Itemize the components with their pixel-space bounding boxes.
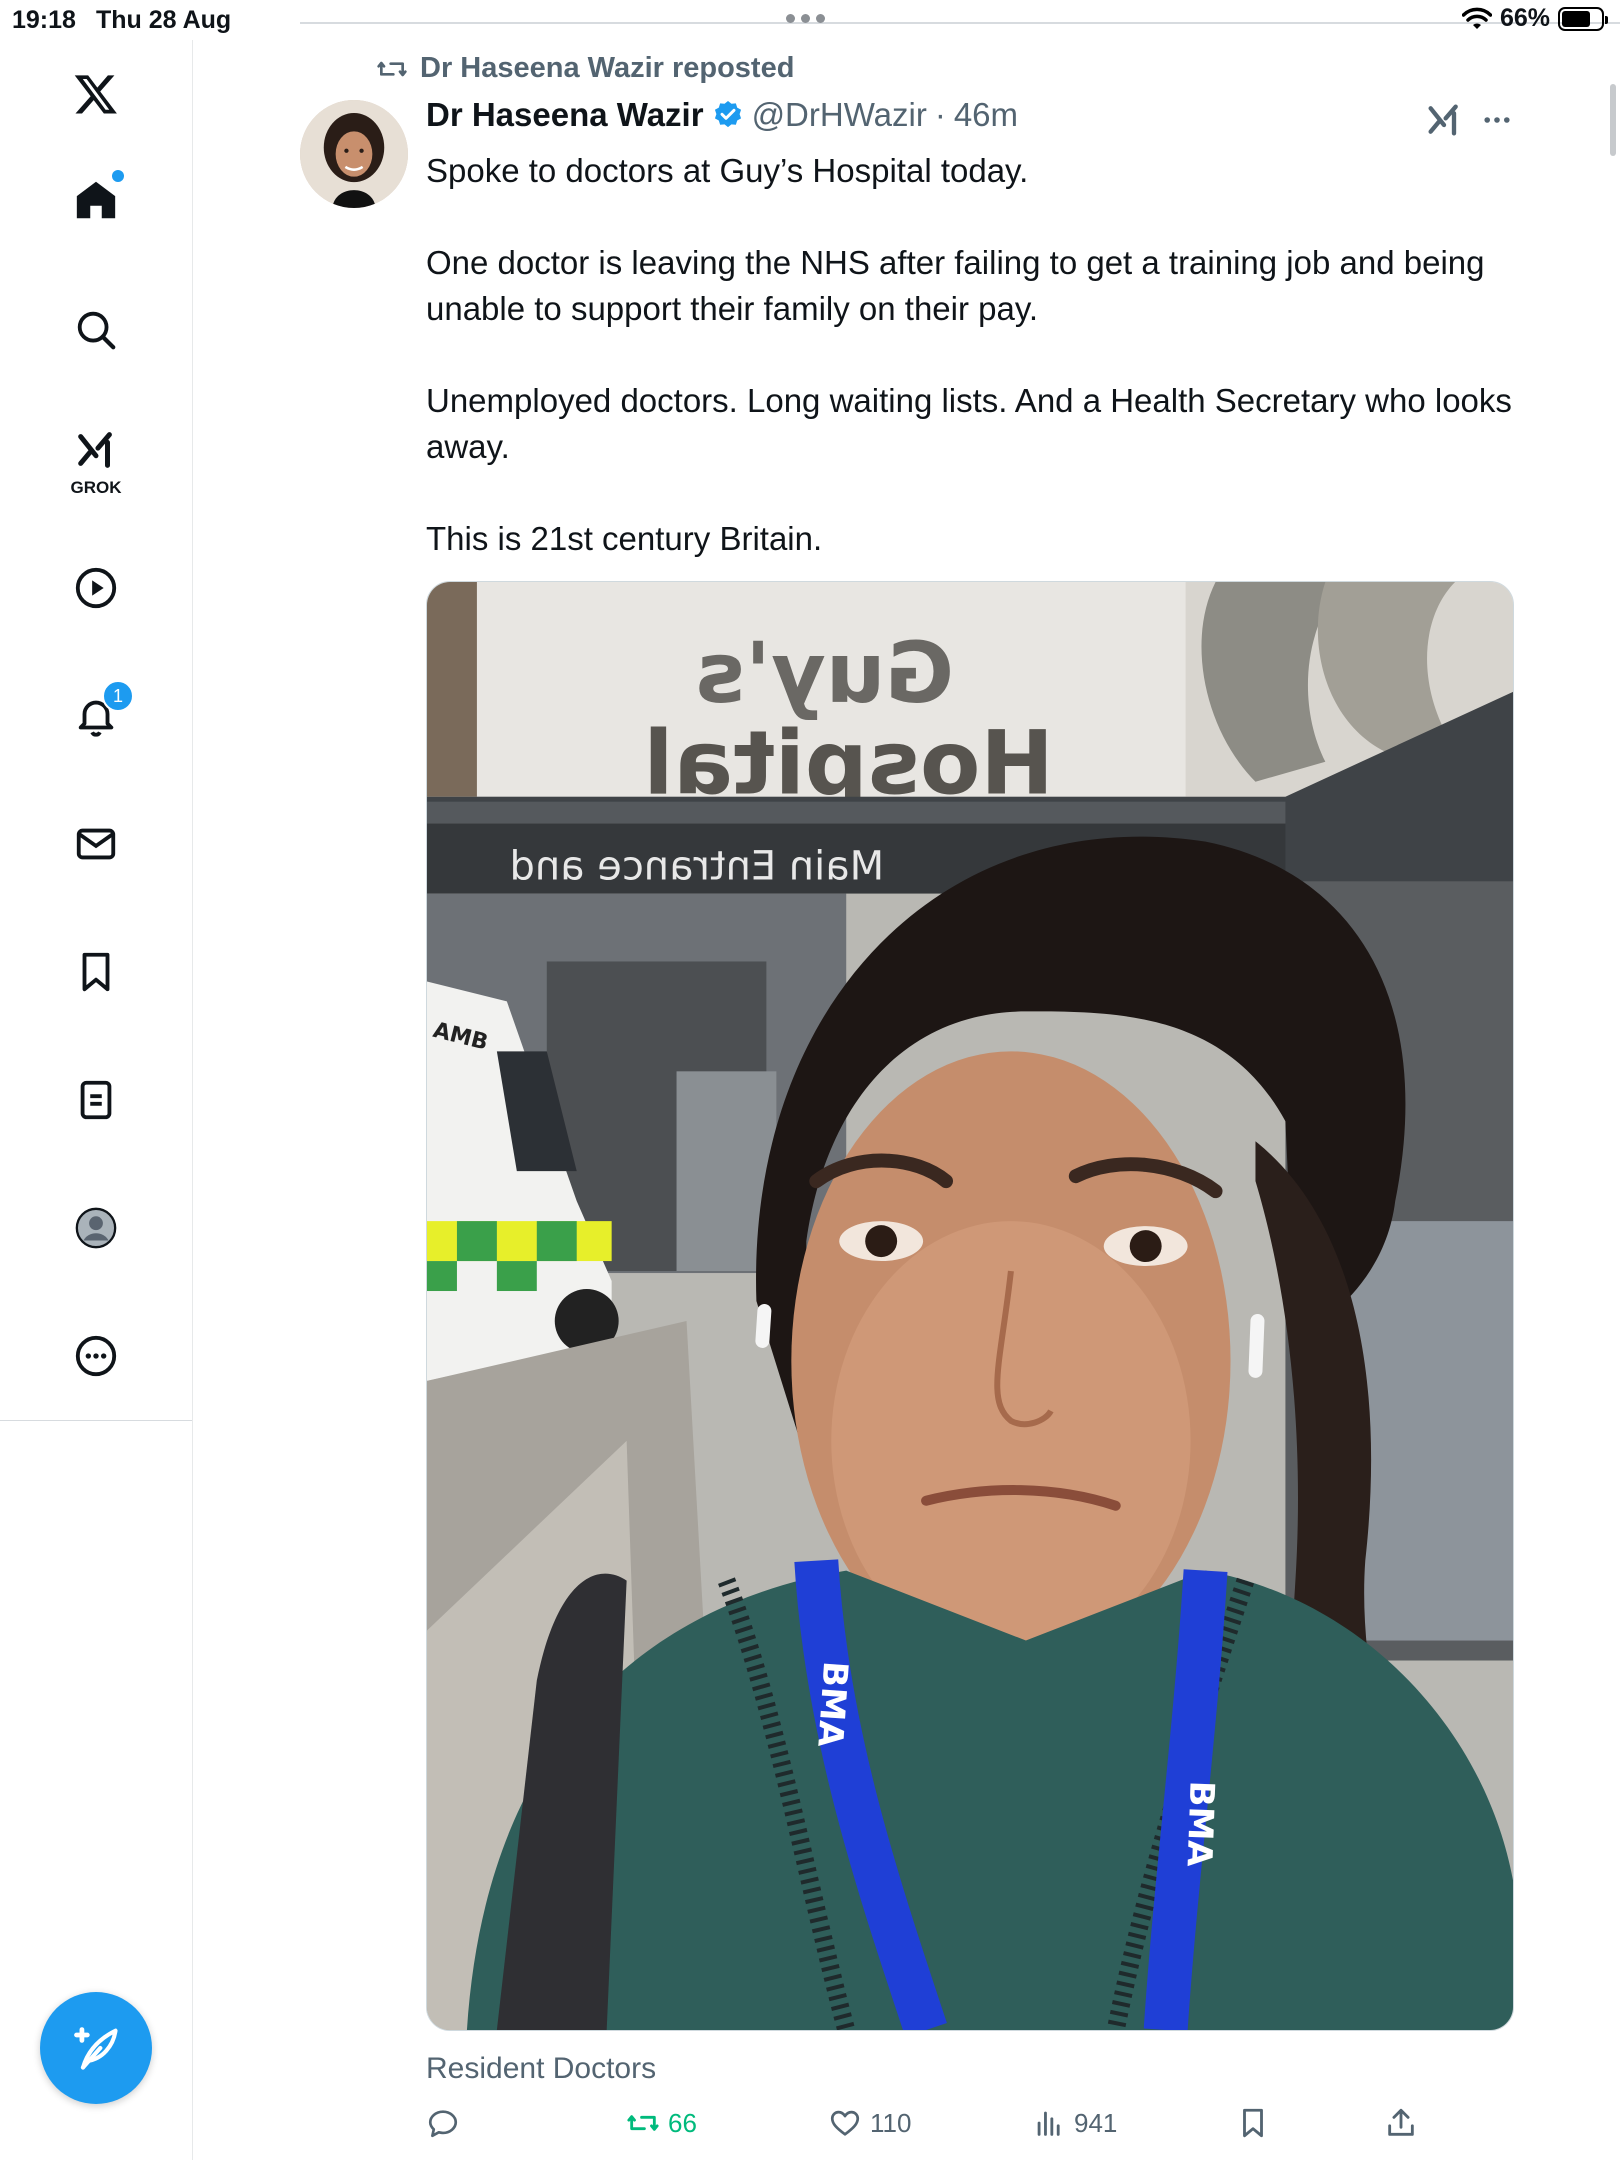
retweet-button[interactable]: 66	[626, 2106, 697, 2140]
tweet-paragraph: Unemployed doctors. Long waiting lists. …	[426, 382, 1512, 465]
tweet-media-photo[interactable]: Guy's Hospital Main Entrance and AMB BMA…	[426, 581, 1514, 2031]
battery-percent: 66%	[1499, 4, 1550, 32]
views-button[interactable]: 941	[1032, 2106, 1117, 2140]
bookmark-icon	[1243, 2108, 1263, 2138]
top-divider	[300, 22, 1620, 24]
notification-badge: 1	[102, 680, 134, 712]
timestamp[interactable]: 46m	[954, 96, 1018, 134]
list-icon[interactable]	[66, 1070, 126, 1130]
compose-button[interactable]	[40, 1992, 152, 2104]
heart-icon	[830, 2110, 860, 2136]
lanyard-text: BMA	[1179, 1780, 1222, 1868]
x-logo-icon[interactable]	[66, 64, 126, 124]
reply-icon	[428, 2110, 458, 2138]
repost-indicator[interactable]: Dr Haseena Wazir reposted	[376, 52, 794, 85]
more-options-icon[interactable]	[1480, 106, 1514, 134]
retweet-icon	[627, 2115, 659, 2131]
sidebar-divider	[0, 1420, 192, 1421]
tweet-header: Dr Haseena Wazir @DrHWazir · 46m	[426, 96, 1018, 134]
bell-icon[interactable]: 1	[66, 680, 134, 746]
scrollbar[interactable]	[1610, 84, 1616, 156]
home-icon[interactable]	[66, 170, 126, 230]
repost-label: Dr Haseena Wazir reposted	[420, 52, 795, 84]
status-time: 19:18	[12, 6, 76, 34]
sign-text-top: Guy's	[695, 624, 954, 722]
grok-label: GROK	[70, 478, 122, 497]
tweet-paragraph: This is 21st century Britain.	[426, 520, 823, 557]
views-count: 941	[1074, 2107, 1118, 2138]
compose-icon	[74, 2027, 118, 2070]
more-circle-icon[interactable]	[66, 1326, 126, 1386]
bookmark-button[interactable]	[1236, 2106, 1270, 2140]
retweet-icon	[377, 61, 407, 76]
media-caption: Resident Doctors	[426, 2052, 657, 2085]
home-notification-dot	[112, 170, 124, 182]
handle[interactable]: @DrHWazir	[752, 96, 927, 134]
search-icon[interactable]	[66, 300, 126, 360]
bookmark-icon[interactable]	[66, 942, 126, 1002]
battery-icon	[1558, 6, 1608, 31]
share-icon	[1388, 2108, 1414, 2136]
mail-icon[interactable]	[66, 814, 126, 874]
reply-button[interactable]	[426, 2106, 468, 2140]
profile-icon[interactable]	[66, 1198, 126, 1258]
tweet-paragraph: Spoke to doctors at Guy’s Hospital today…	[426, 152, 1029, 189]
wifi-icon	[1461, 7, 1492, 29]
share-button[interactable]	[1384, 2106, 1418, 2140]
status-bar: 19:18 Thu 28 Aug 66%	[0, 0, 1620, 40]
analytics-icon	[1037, 2111, 1060, 2136]
avatar[interactable]	[300, 100, 408, 208]
play-icon[interactable]	[66, 558, 126, 618]
like-count: 110	[870, 2107, 912, 2138]
grok-icon[interactable]: GROK	[66, 420, 126, 497]
verified-badge-icon	[714, 101, 741, 128]
status-date: Thu 28 Aug	[96, 6, 232, 34]
sidebar: GROK 1	[0, 40, 193, 2160]
display-name[interactable]: Dr Haseena Wazir	[426, 96, 704, 134]
retweet-count: 66	[668, 2107, 697, 2138]
like-button[interactable]: 110	[828, 2106, 911, 2140]
tweet-paragraph: One doctor is leaving the NHS after fail…	[426, 244, 1485, 327]
status-right: 66%	[1461, 4, 1608, 33]
separator: ·	[934, 96, 946, 133]
lanyard-text: BMA	[809, 1660, 855, 1749]
tweet-text: Spoke to doctors at Guy’s Hospital today…	[426, 148, 1538, 608]
grok-icon[interactable]	[1424, 100, 1464, 140]
multitasking-dots-icon[interactable]	[786, 14, 825, 23]
tweet-actions: 66 110 941	[426, 2106, 1526, 2150]
entrance-sign-text: Main Entrance and	[510, 844, 885, 890]
